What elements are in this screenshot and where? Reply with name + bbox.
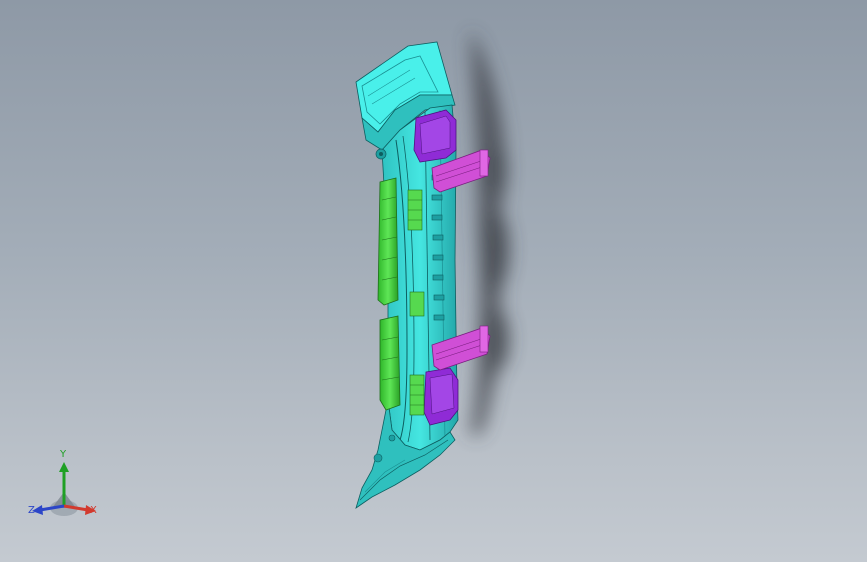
y-axis-label: Y — [60, 449, 67, 460]
z-axis-label: Z — [28, 505, 35, 516]
graphics-viewport[interactable]: Y X Z — [0, 0, 867, 562]
model-shadow — [470, 30, 509, 435]
view-orientation-triad-icon[interactable]: Y X Z — [22, 448, 112, 528]
x-axis-label: X — [90, 505, 97, 516]
cad-model-scene[interactable] — [0, 0, 867, 562]
